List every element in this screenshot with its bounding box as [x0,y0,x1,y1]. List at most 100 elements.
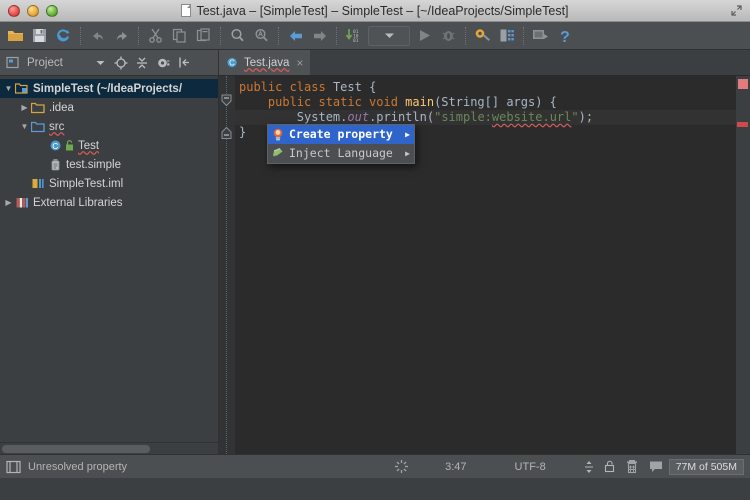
code-line-2: public static void main(String[] args) { [239,95,557,109]
background-task-spinner-icon[interactable] [394,459,409,474]
editor-area: C Test.java × public class Test {public… [218,50,750,454]
run-configuration-selector[interactable] [368,25,410,46]
main-toolbar: 01 10 01 ? [0,22,750,50]
menu-item-label: Inject Language [289,146,393,160]
intention-actions-popup[interactable]: Create property ▶ Inject Language ▶ [267,124,415,164]
toolbar-separator [138,26,139,45]
collapse-all-icon[interactable] [133,53,152,73]
svg-text:?: ? [560,29,570,44]
cut-button[interactable] [144,24,167,48]
error-stripe[interactable] [737,122,748,127]
save-all-button[interactable] [28,24,51,48]
hector-inspection-icon[interactable] [625,459,639,474]
tree-node-iml[interactable]: SimpleTest.iml [0,174,218,193]
read-only-lock-icon[interactable] [604,460,615,473]
sync-refresh-button[interactable] [52,24,75,48]
window-title: Test.java – [SimpleTest] – SimpleTest – … [0,3,750,18]
zoom-button[interactable] [46,4,58,17]
caret-position[interactable]: 3:47 [445,461,466,473]
submenu-arrow-icon[interactable]: ▶ [405,127,410,142]
toolbar-separator [465,26,466,45]
debug-button[interactable] [437,24,460,48]
line-separator-icon[interactable] [584,460,594,474]
submenu-arrow-icon[interactable]: ▶ [405,146,410,161]
error-marker-bar[interactable] [736,76,750,454]
back-button[interactable] [284,24,307,48]
redo-button[interactable] [110,24,133,48]
tree-node-simpletest[interactable]: ▼ SimpleTest (~/IdeaProjects/ [0,79,218,98]
iml-file-icon [31,177,45,190]
help-button[interactable]: ? [553,24,576,48]
code-line-1: public class Test { [239,80,377,94]
status-message: Unresolved property [28,460,128,473]
toolbar-separator [278,26,279,45]
event-log-icon[interactable] [649,460,663,473]
code-line-3: System.out.println("simple:website.url")… [235,110,736,125]
inject-pencil-icon [272,147,284,161]
menu-item-create-property[interactable]: Create property ▶ [268,125,414,144]
fold-minus-icon[interactable] [221,127,232,139]
undo-button[interactable] [86,24,109,48]
tab-label: Test.java [244,56,290,69]
menu-item-inject-language[interactable]: Inject Language ▶ [268,144,414,163]
status-bar: Unresolved property 3:47 UTF-8 77M of 50… [0,454,750,478]
locate-target-icon[interactable] [112,53,131,73]
twisty-collapsed-icon[interactable]: ▶ [18,103,31,112]
main-content: Project ▼ SimpleTest (~/IdeaProjects/ ▶ … [0,50,750,454]
editor-tab-bar: C Test.java × [219,50,750,76]
code-editor[interactable]: public class Test { public static void m… [235,76,736,454]
java-class-icon: C [49,139,63,152]
editor-gutter[interactable] [219,76,235,454]
tree-node-idea[interactable]: ▶ .idea [0,98,218,117]
run-button[interactable] [413,24,436,48]
open-project-button[interactable] [4,24,27,48]
twisty-expanded-icon[interactable]: ▼ [18,122,31,131]
hide-panel-icon[interactable] [175,53,194,73]
expand-fullscreen-icon[interactable] [730,4,743,17]
twisty-expanded-icon[interactable]: ▼ [2,84,15,93]
find-button[interactable] [226,24,249,48]
error-indicator[interactable] [738,79,748,89]
settings-button[interactable] [471,24,494,48]
sdk-manager-button[interactable] [529,24,552,48]
svg-text:C: C [52,141,58,151]
java-class-icon: C [226,56,239,69]
fold-minus-icon[interactable] [221,94,232,107]
tree-node-test-class[interactable]: C Test [0,136,218,155]
replace-button[interactable] [250,24,273,48]
tab-test-java[interactable]: C Test.java × [219,50,312,75]
libraries-icon [15,196,29,209]
project-tree[interactable]: ▼ SimpleTest (~/IdeaProjects/ ▶ .idea ▼ … [0,76,218,442]
tree-node-label: .idea [49,101,74,114]
tree-node-label: External Libraries [33,196,123,209]
tree-node-label: SimpleTest (~/IdeaProjects/ [33,82,183,95]
tree-node-label: src [49,120,65,133]
memory-indicator[interactable]: 77M of 505M [668,458,744,475]
forward-button[interactable] [308,24,331,48]
twisty-collapsed-icon[interactable]: ▶ [2,198,15,207]
tree-node-label: test.simple [66,158,121,171]
tree-node-src[interactable]: ▼ src [0,117,218,136]
toggle-layout-icon[interactable] [6,460,21,474]
tree-node-external-libraries[interactable]: ▶ External Libraries [0,193,218,212]
tree-node-test-simple[interactable]: test.simple [0,155,218,174]
toolbar-separator [220,26,221,45]
editor-body: public class Test { public static void m… [219,76,750,454]
compile-button[interactable]: 01 10 01 [342,24,365,48]
status-left: Unresolved property [6,460,127,474]
project-view-icon [3,53,22,73]
lock-green-icon [65,140,74,151]
project-horizontal-scrollbar[interactable] [0,442,218,454]
chevron-down-icon[interactable] [91,53,110,73]
copy-button[interactable] [168,24,191,48]
paste-button[interactable] [192,24,215,48]
project-structure-button[interactable] [495,24,518,48]
encoding-selector[interactable]: UTF-8 [515,461,546,473]
gear-icon[interactable] [154,53,173,73]
scrollbar-thumb[interactable] [2,445,150,453]
close-button[interactable] [8,4,20,17]
svg-text:01: 01 [353,38,359,43]
minimize-button[interactable] [27,4,39,17]
lightbulb-icon [272,128,284,142]
close-icon[interactable]: × [296,56,303,70]
